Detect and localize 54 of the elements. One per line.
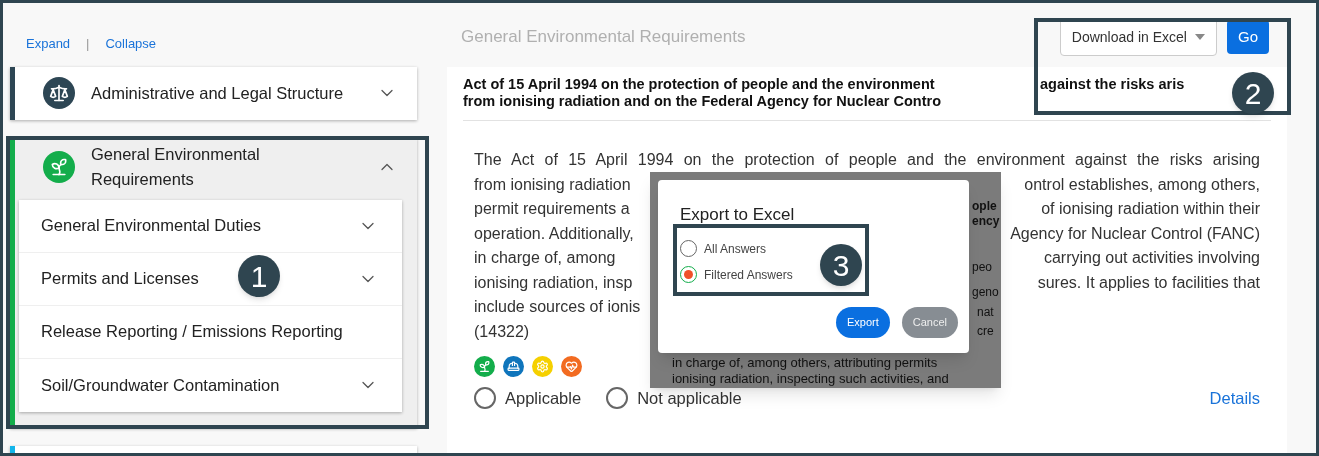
paragraph-text: Agency for Nuclear Control (FANC)	[1010, 223, 1260, 244]
link-separator: |	[86, 35, 90, 53]
requirement-title: from ionising radiation and on the Federal Agency for Nuclear Contro	[463, 93, 942, 110]
applicability-option[interactable]: Not applicable	[606, 386, 742, 411]
dialog-title: Export to Excel	[680, 204, 796, 226]
radio-button[interactable]	[680, 240, 697, 257]
paragraph-text: of ionising radiation within their	[1041, 199, 1260, 219]
export-button[interactable]: Export	[835, 306, 890, 338]
paragraph-text: sures. It applies to facilities that	[1037, 272, 1260, 293]
radio-button[interactable]	[680, 266, 697, 283]
snippet-text: in charge of, among others, attributing permits	[672, 355, 938, 370]
requirement-title: against the risks aris	[1040, 76, 1185, 93]
radio-button[interactable]	[606, 387, 629, 410]
snippet-text: nat	[977, 305, 994, 319]
collapse-link[interactable]: Collapse	[105, 34, 157, 54]
scales-icon	[43, 77, 75, 109]
subcategory-item[interactable]: Soil/Groundwater Contamination	[19, 358, 402, 412]
paragraph-text: carrying out activities involving	[1043, 248, 1260, 268]
snippet-text: peo	[972, 260, 993, 274]
subcategory-label: General Environmental Duties	[41, 215, 262, 237]
subcategory-item[interactable]: General Environmental Duties	[19, 199, 402, 253]
subcategory-label: Soil/Groundwater Contamination	[41, 374, 280, 396]
snippet-text: ople	[972, 199, 997, 213]
radio-button[interactable]	[474, 387, 496, 410]
expand-link[interactable]: Expand	[26, 34, 71, 54]
details-link[interactable]: Details	[1209, 386, 1260, 411]
export-option[interactable]: Filtered Answers	[680, 265, 793, 284]
requirement-title: Act of 15 April 1994 on the protection of people and the environment	[463, 76, 936, 93]
paragraph-text: permit requirements a	[474, 199, 630, 219]
paragraph-text: from ionising radiation	[474, 174, 631, 195]
go-button[interactable]: Go	[1227, 20, 1269, 54]
applicability-option[interactable]: Applicable	[474, 386, 582, 411]
category-header[interactable]: General Environmental Requirements	[15, 137, 417, 196]
paragraph-text: in charge of, among	[474, 248, 616, 268]
snippet-text: ency	[972, 214, 1000, 228]
category-title: General Environmental Requirements	[91, 143, 261, 190]
category-header[interactable]: Administrative and Legal Structure	[15, 66, 417, 120]
paragraph-text: ionising radiation, insp	[474, 272, 633, 293]
paragraph-text: The Act of 15 April 1994 on the protection of people and the environment against the risks arising	[474, 150, 1260, 170]
subcategory-item[interactable]: Release Reporting / Emissions Reporting	[19, 305, 402, 359]
paragraph-text: ontrol establishes, among others,	[1024, 174, 1260, 195]
dropdown-caret-icon	[1195, 34, 1205, 40]
snippet-text: ionising radiation, inspecting such activities, and	[672, 371, 949, 386]
paragraph-text: include sources of ionis	[474, 297, 641, 317]
plant-icon	[43, 150, 75, 183]
export-option[interactable]: All Answers	[680, 239, 767, 258]
snippet-text: geno	[972, 285, 999, 299]
subcategory-label: Permits and Licenses	[41, 268, 199, 290]
paragraph-text: operation. Additionally,	[474, 223, 634, 244]
subcategory-label: Release Reporting / Emissions Reporting	[41, 321, 343, 343]
paragraph-text: (14322)	[474, 321, 530, 342]
category-title: Administrative and Legal Structure	[91, 82, 345, 104]
snippet-text: cre	[977, 324, 994, 338]
section-title: General Environmental Requirements	[461, 26, 747, 49]
